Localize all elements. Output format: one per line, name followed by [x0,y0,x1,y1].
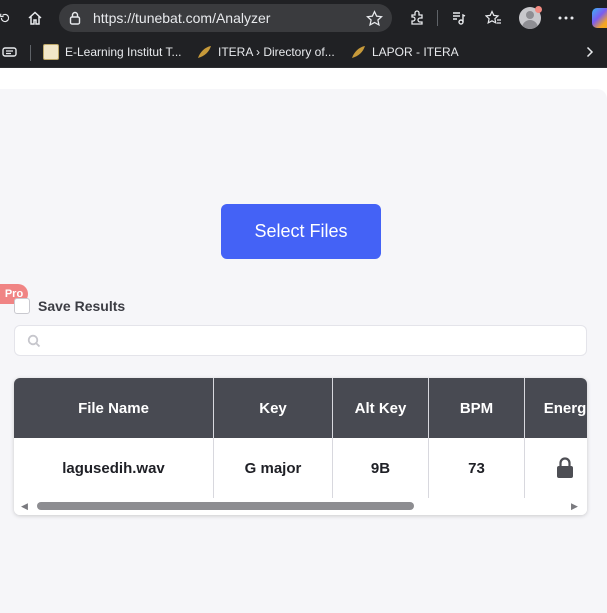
address-bar[interactable]: https://tunebat.com/Analyzer [59,4,392,32]
scroll-right-icon[interactable]: ▶ [571,501,578,512]
lock-icon[interactable] [556,457,574,479]
column-header-file-name[interactable]: File Name [14,378,214,438]
toolbar-divider [437,10,438,26]
profile-notification-dot [535,6,542,13]
search-input[interactable] [14,325,587,356]
bookmark-elearning[interactable]: E-Learning Institut T... [43,42,182,62]
results-table: File Name Key Alt Key BPM Energ lagusedi… [14,378,587,515]
bookmarks-divider [30,45,31,61]
cell-alt-key: 9B [333,438,429,498]
column-header-energy[interactable]: Energ [525,378,587,438]
elearning-favicon [43,44,59,60]
leaf-favicon [198,46,211,58]
page-content: Select Files Pro Save Results File Name … [0,68,607,613]
favorite-star-icon[interactable] [365,9,383,27]
scroll-left-icon[interactable]: ◀ [21,501,28,512]
browser-toolbar: https://tunebat.com/Analyzer [0,0,607,36]
horizontal-scrollbar[interactable]: ◀ ▶ [14,498,587,515]
refresh-icon[interactable] [0,8,10,28]
more-options-icon[interactable] [556,9,576,27]
extensions-icon[interactable] [408,9,426,27]
copilot-icon[interactable] [592,8,607,28]
cell-file-name: lagusedih.wav [14,438,214,498]
column-header-key[interactable]: Key [214,378,333,438]
url-text: https://tunebat.com/Analyzer [93,10,271,26]
column-header-alt-key[interactable]: Alt Key [333,378,429,438]
bookmark-itera-directory[interactable]: ITERA › Directory of... [196,42,335,62]
column-header-bpm[interactable]: BPM [429,378,525,438]
bookmark-lapor-itera[interactable]: LAPOR - ITERA [350,42,459,62]
save-results-checkbox[interactable] [14,298,30,314]
media-control-icon[interactable] [449,9,467,27]
bookmarks-bar: E-Learning Institut T... ITERA › Directo… [0,36,607,68]
table-header: File Name Key Alt Key BPM Energ [14,378,587,438]
analyzer-card: Select Files Pro Save Results File Name … [0,89,607,613]
cell-key: G major [214,438,333,498]
home-icon[interactable] [26,9,44,27]
select-files-button[interactable]: Select Files [221,204,381,259]
cell-bpm: 73 [429,438,525,498]
scrollbar-thumb[interactable] [37,502,414,510]
chevron-right-icon[interactable] [583,44,597,60]
save-results-label: Save Results [38,298,126,314]
tab-actions-icon[interactable] [2,44,18,60]
favorites-icon[interactable] [484,9,502,27]
search-icon [27,334,41,348]
cell-energy [525,438,587,498]
leaf-favicon [352,46,365,58]
lock-icon [68,10,82,26]
table-row: lagusedih.wav G major 9B 73 [14,438,587,498]
